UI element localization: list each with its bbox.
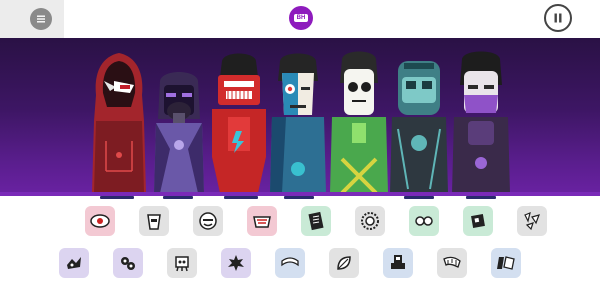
pink-eye-icon <box>90 214 110 228</box>
leaf-icon <box>337 256 351 270</box>
blue-split-face-character[interactable] <box>268 51 328 193</box>
teal-helmet-character[interactable] <box>388 49 450 193</box>
sound-icon-grid <box>0 200 600 300</box>
shards-icon-button[interactable] <box>517 206 547 236</box>
splat-icon-button[interactable] <box>221 248 251 278</box>
pause-icon <box>554 13 562 23</box>
sawblade-icon-button[interactable] <box>355 206 385 236</box>
gear-cluster-icon <box>121 257 135 270</box>
slot-indicator <box>100 196 134 199</box>
robot-head-icon <box>175 256 189 272</box>
slot-indicator <box>163 196 193 199</box>
top-bar: BH <box>0 0 600 38</box>
face-icon-button[interactable] <box>193 206 223 236</box>
green-square-icon <box>471 214 485 228</box>
slot-indicator <box>466 196 496 199</box>
pause-button[interactable] <box>544 4 572 32</box>
stamp-icon <box>391 255 405 269</box>
shards-icon <box>524 212 540 231</box>
notebook-icon <box>308 211 324 231</box>
hose-icon-button[interactable] <box>437 248 467 278</box>
menu-icon <box>37 15 45 23</box>
sawblade-icon <box>361 212 379 230</box>
bridge-icon-button[interactable] <box>275 248 305 278</box>
waves-icon <box>497 256 515 270</box>
goggles-icon-button[interactable] <box>409 206 439 236</box>
goggles-icon <box>415 216 433 226</box>
red-hooded-character[interactable] <box>86 51 152 193</box>
red-robot-character[interactable] <box>206 47 272 193</box>
menu-panel <box>0 0 64 38</box>
game-screen: BH <box>0 0 600 300</box>
gear-cluster-icon-button[interactable] <box>113 248 143 278</box>
claw-icon <box>67 257 81 269</box>
leaf-icon-button[interactable] <box>329 248 359 278</box>
splat-icon <box>228 255 244 271</box>
claw-icon-button[interactable] <box>59 248 89 278</box>
purple-masked-character[interactable] <box>450 51 512 193</box>
robot-head-icon-button[interactable] <box>167 248 197 278</box>
bridge-icon <box>281 257 299 267</box>
cup-icon-button[interactable] <box>139 206 169 236</box>
green-square-icon-button[interactable] <box>463 206 493 236</box>
menu-button[interactable] <box>30 8 52 30</box>
cup-icon <box>147 214 161 230</box>
green-mask-character[interactable] <box>328 49 390 193</box>
slot-indicator <box>404 196 434 199</box>
hose-icon <box>443 256 461 268</box>
mask-pink-icon-button[interactable] <box>247 206 277 236</box>
character-stage <box>0 38 600 196</box>
gasmask-character[interactable] <box>150 63 208 193</box>
face-icon <box>199 212 217 230</box>
bonus-badge-label: BH <box>294 14 308 22</box>
mask-pink-icon <box>253 216 271 228</box>
slot-indicator <box>224 196 258 199</box>
bonus-badge[interactable]: BH <box>289 6 313 30</box>
waves-icon-button[interactable] <box>491 248 521 278</box>
notebook-icon-button[interactable] <box>301 206 331 236</box>
pink-eye-icon-button[interactable] <box>85 206 115 236</box>
slot-indicator <box>284 196 314 199</box>
stamp-icon-button[interactable] <box>383 248 413 278</box>
